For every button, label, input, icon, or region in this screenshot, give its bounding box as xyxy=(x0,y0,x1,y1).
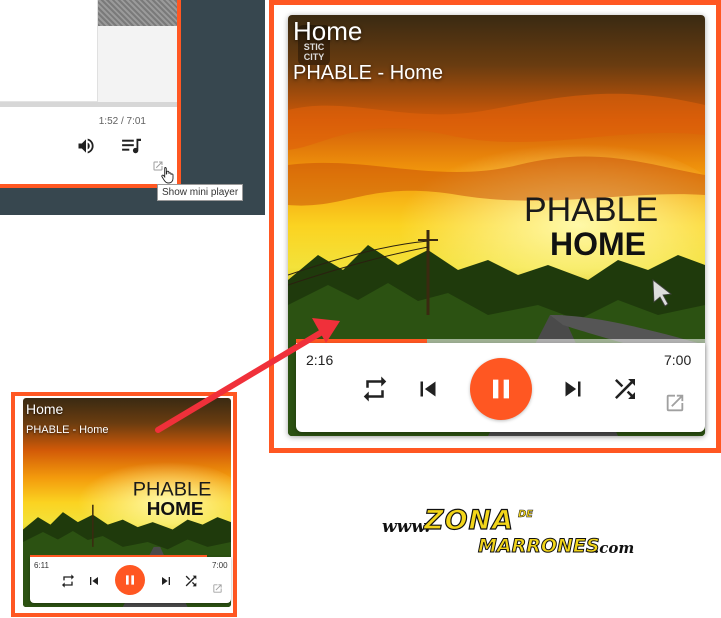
watermark-logo: www. ZONA DE MARRONES .com xyxy=(382,504,642,565)
current-time: 2:16 xyxy=(306,352,334,368)
mini-shuffle-icon[interactable] xyxy=(183,573,199,589)
art-album-text: HOME xyxy=(147,499,204,520)
time-display: 1:52 / 7:01 xyxy=(98,116,146,127)
mini-skip-next-icon[interactable] xyxy=(158,573,174,589)
mini-pause-button[interactable] xyxy=(115,565,145,595)
pause-button[interactable] xyxy=(470,358,532,420)
thumbnail xyxy=(98,0,177,26)
art-artist-text: PHABLE xyxy=(133,478,212,500)
mini-track-subtitle: PHABLE - Home xyxy=(26,424,109,436)
open-in-new-icon[interactable] xyxy=(664,392,686,414)
art-album-text: HOME xyxy=(550,226,646,262)
mini-pause-icon xyxy=(126,575,134,585)
art-artist-text: PHABLE xyxy=(524,191,658,229)
watermark-com: .com xyxy=(594,539,635,557)
shuffle-icon[interactable] xyxy=(610,374,640,404)
playlist-column xyxy=(97,0,177,102)
watermark-marrones: MARRONES xyxy=(478,535,601,558)
skip-next-icon[interactable] xyxy=(558,374,588,404)
progress-bar[interactable] xyxy=(0,102,177,107)
watermark-de: DE xyxy=(518,509,534,521)
mini-skip-previous-icon[interactable] xyxy=(86,573,102,589)
tooltip: Show mini player xyxy=(157,184,244,201)
mini-progress-fill[interactable] xyxy=(30,555,207,557)
pause-icon xyxy=(493,379,509,399)
track-subtitle: PHABLE - Home xyxy=(293,62,444,84)
skip-previous-icon[interactable] xyxy=(413,374,443,404)
track-title: Home xyxy=(293,16,363,46)
duration: 7:00 xyxy=(664,352,692,368)
mini-track-title: Home xyxy=(26,401,64,417)
mini-open-in-new-icon[interactable] xyxy=(212,583,223,594)
hand-cursor-icon xyxy=(161,167,174,184)
watermark-www: www. xyxy=(382,517,431,537)
volume-icon[interactable] xyxy=(76,136,96,156)
mini-duration: 7:00 xyxy=(212,561,228,570)
mini-current-time: 6:11 xyxy=(34,561,49,570)
watermark-zona: ZONA xyxy=(423,504,515,536)
mini-repeat-icon[interactable] xyxy=(60,573,76,589)
queue-music-icon[interactable] xyxy=(121,137,143,155)
svg-text:CITY: CITY xyxy=(304,52,325,62)
repeat-icon[interactable] xyxy=(360,374,390,404)
